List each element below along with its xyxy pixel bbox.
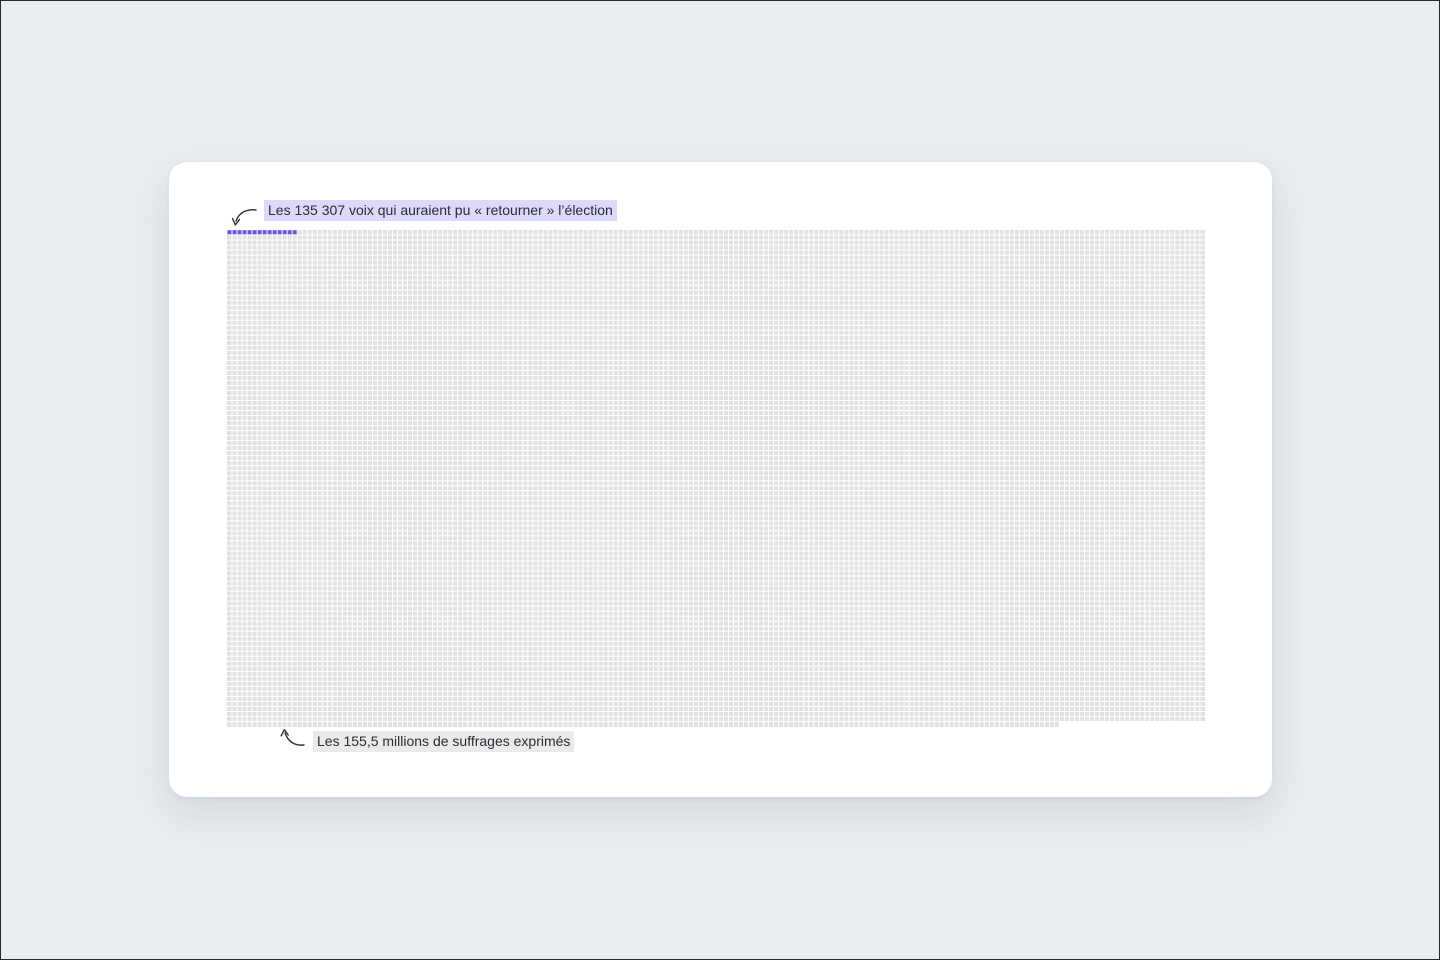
highlight-cell — [272, 230, 277, 235]
highlight-cell — [262, 230, 267, 235]
chart-card: Les 135 307 voix qui auraient pu « retou… — [169, 162, 1272, 797]
highlight-arrow-icon — [231, 209, 257, 226]
highlight-cell — [257, 230, 262, 235]
highlight-cell — [252, 230, 257, 235]
highlight-cell — [282, 230, 287, 235]
highlight-cell — [277, 230, 282, 235]
total-annotation-label: Les 155,5 millions de suffrages exprimés — [313, 731, 575, 752]
highlight-cell — [237, 230, 242, 235]
highlight-cell — [267, 230, 272, 235]
highlight-cell — [232, 230, 237, 235]
highlight-cell — [292, 230, 297, 235]
waffle-grid — [227, 230, 1205, 727]
highlight-cell — [227, 230, 232, 235]
highlight-annotation-label: Les 135 307 voix qui auraient pu « retou… — [264, 200, 617, 221]
highlight-cell — [287, 230, 292, 235]
highlight-cell — [242, 230, 247, 235]
total-arrow-icon — [280, 728, 305, 746]
highlight-cell — [247, 230, 252, 235]
